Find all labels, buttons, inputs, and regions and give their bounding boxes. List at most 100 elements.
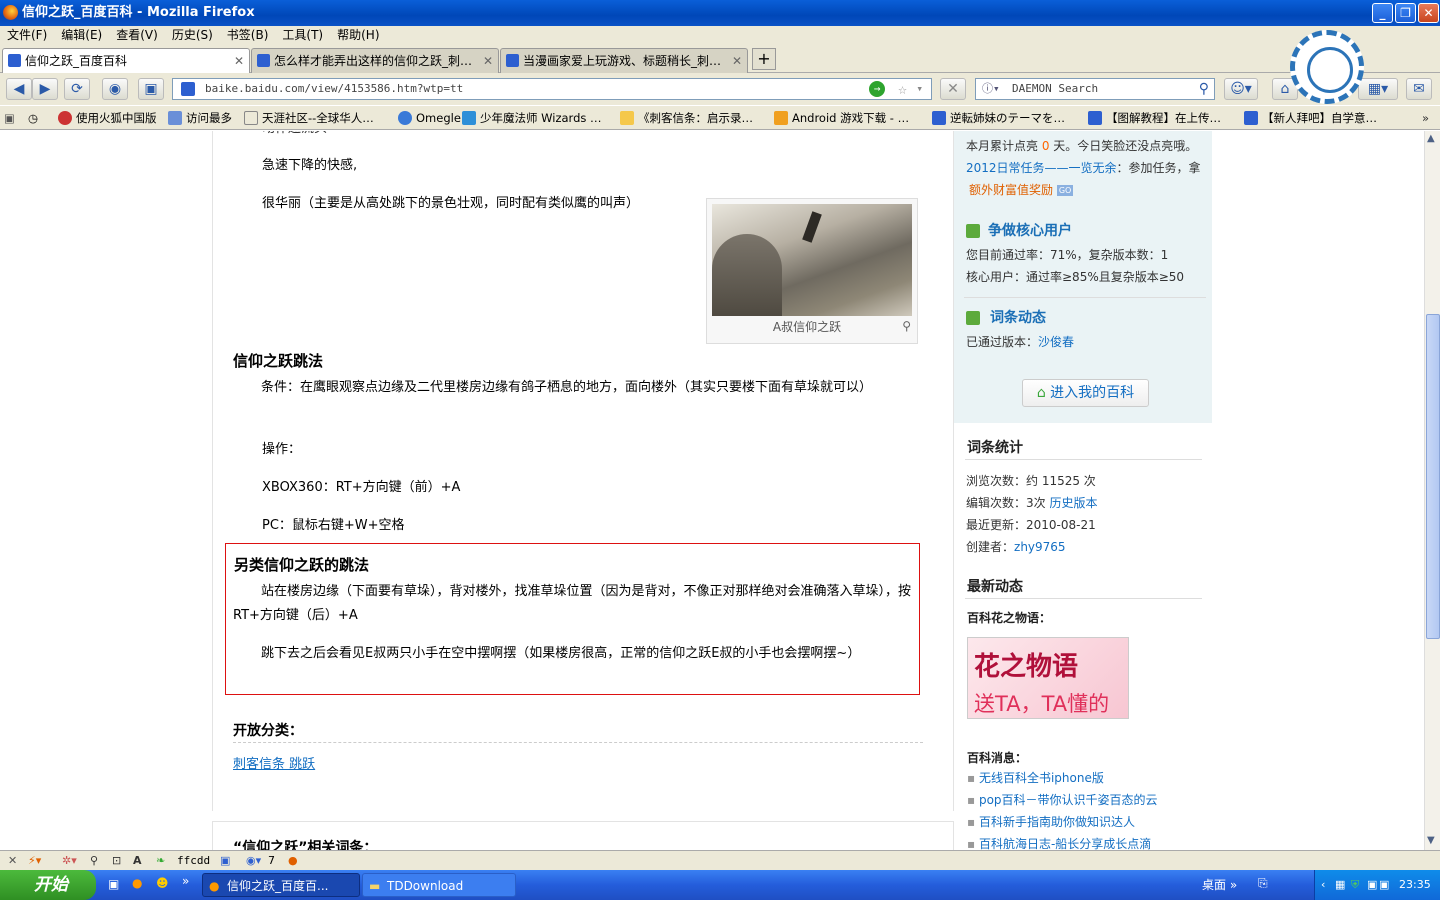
firefox-quicklaunch-icon[interactable]: ● — [132, 876, 142, 890]
bookmark-item[interactable]: 逆転姉妹のテーマを… — [932, 106, 1065, 129]
scroll-down-icon[interactable]: ▼ — [1427, 835, 1435, 846]
download-icon[interactable]: ◉▾ — [246, 851, 261, 871]
leaf-icon[interactable]: ❧ — [156, 851, 165, 871]
tray-expand-icon[interactable]: ‹ — [1321, 870, 1325, 900]
bookmark-item[interactable]: 【图解教程】在上传… — [1088, 106, 1221, 129]
go-badge[interactable]: GO — [1056, 185, 1074, 196]
bookmarks-overflow-icon[interactable]: » — [1422, 106, 1429, 129]
history-link[interactable]: 历史版本 — [1049, 496, 1097, 510]
menu-history[interactable]: 历史(S) — [165, 26, 220, 45]
zoom-icon[interactable]: ⚲ — [902, 319, 911, 333]
close-tab-icon[interactable]: ✕ — [234, 49, 244, 73]
history-clock-icon[interactable]: ◷ — [28, 106, 38, 129]
bonus-link[interactable]: 额外财富值奖励 GO — [969, 179, 1074, 201]
flower-story-banner[interactable]: 花之物语 送TA，TA懂的 — [967, 637, 1129, 719]
qq-icon[interactable]: ☻ — [156, 876, 169, 890]
firefox-icon[interactable]: ● — [288, 851, 298, 871]
minimize-button[interactable]: _ — [1372, 3, 1393, 23]
tray-app-icon[interactable]: ▣ — [1367, 870, 1377, 900]
bookmark-item[interactable]: Omegle — [398, 106, 461, 129]
menu-file[interactable]: 文件(F) — [0, 26, 54, 45]
firebug-icon[interactable]: ✲▾ — [62, 851, 77, 871]
menu-bookmarks[interactable]: 书签(B) — [220, 26, 276, 45]
menu-view[interactable]: 查看(V) — [109, 26, 165, 45]
section-heading: 另类信仰之跃的跳法 — [234, 556, 370, 574]
article-text-cut: 动作还流头 — [262, 131, 327, 141]
bookmark-menu-icon[interactable]: ▣ — [4, 106, 15, 129]
daily-task-link[interactable]: 2012日常任务——一览无余 — [966, 161, 1117, 175]
home-page-icon[interactable]: ◉ — [102, 78, 128, 100]
tab-baike[interactable]: 信仰之跃_百度百科 ✕ — [2, 48, 250, 74]
article-figure[interactable]: A叔信仰之跃 ⚲ — [706, 198, 918, 344]
clock[interactable]: 23:35 — [1399, 870, 1431, 900]
tray-app-icon[interactable]: ▣ — [1379, 870, 1389, 900]
message-item[interactable]: ▪ pop百科－带你认识千姿百态的云 — [967, 789, 1158, 811]
forward-icon[interactable]: ▶ — [32, 78, 58, 100]
addon-icon[interactable]: ☺▾ — [1224, 78, 1258, 100]
start-button[interactable]: 开始 — [0, 870, 96, 900]
tab-tieba-2[interactable]: 当漫画家爱上玩游戏、标题稍长_刺… ✕ — [500, 48, 748, 73]
menu-tools[interactable]: 工具(T) — [275, 26, 330, 45]
scroll-up-icon[interactable]: ▲ — [1427, 133, 1435, 144]
vertical-scrollbar[interactable]: ▲ ▼ — [1424, 131, 1440, 850]
taskbar-item-folder[interactable]: ▬ TDDownload — [362, 873, 516, 897]
bookmark-item[interactable]: 《刺客信条：启示录… — [620, 106, 753, 129]
bookmark-item[interactable]: Android 游戏下载 - … — [774, 106, 909, 129]
bookmark-item[interactable]: 少年魔法师 Wizards … — [462, 106, 602, 129]
show-desktop-icon[interactable]: ▣ — [108, 877, 119, 891]
message-item[interactable]: ▪ 无线百科全书iphone版 — [967, 767, 1104, 789]
menu-help[interactable]: 帮助(H) — [330, 26, 386, 45]
screenshot-icon[interactable]: ▣ — [220, 851, 230, 871]
creator-link[interactable]: zhy9765 — [1014, 540, 1066, 554]
search-input[interactable]: ⓘ▾ DAEMON Search ⚲ — [975, 78, 1215, 100]
menu-edit[interactable]: 编辑(E) — [54, 26, 109, 45]
close-window-button[interactable]: ✕ — [1418, 3, 1439, 23]
bookmark-star-icon[interactable]: ☆ — [898, 79, 907, 99]
resize-icon[interactable]: ⊡ — [112, 851, 121, 871]
section-heading: 信仰之跃跳法 — [233, 352, 324, 370]
close-addon-bar-icon[interactable]: ✕ — [8, 851, 17, 871]
bookmark-item[interactable]: 【新人拜吧】自学意… — [1244, 106, 1377, 129]
quicklaunch-overflow-icon[interactable]: » — [182, 874, 189, 888]
stop-icon[interactable]: ✕ — [940, 78, 966, 100]
taskbar-item-firefox[interactable]: ● 信仰之跃_百度百... — [202, 873, 360, 897]
stats-title: 词条统计 — [967, 440, 1023, 456]
bookmark-item[interactable]: 天涯社区--全球华人… — [244, 106, 374, 129]
desktop-toolbar-label[interactable]: 桌面 » — [1202, 876, 1237, 893]
close-tab-icon[interactable]: ✕ — [732, 49, 742, 73]
open-category-label: 开放分类： — [233, 723, 303, 739]
bookmark-item[interactable]: 访问最多 — [168, 106, 232, 129]
leap-of-faith-image[interactable] — [712, 204, 912, 316]
search-engine-icon[interactable]: ⓘ▾ — [982, 79, 1000, 99]
input-method-icon[interactable]: ⎘ — [1258, 876, 1268, 891]
message-item[interactable]: ▪ 百科新手指南助你做知识达人 — [967, 811, 1135, 833]
screenshot-icon[interactable]: ▣ — [138, 78, 164, 100]
inbox-icon[interactable]: ✉ — [1406, 78, 1432, 100]
back-icon[interactable]: ◀ — [6, 78, 32, 100]
apps-menu-icon[interactable]: ▦▾ — [1358, 78, 1398, 100]
core-user-title[interactable]: 争做核心用户 — [988, 220, 1072, 240]
new-tab-button[interactable]: + — [752, 48, 776, 70]
zoom-icon[interactable]: ⚲ — [90, 851, 98, 871]
tray-security-icon[interactable]: ⛨ — [1351, 870, 1359, 900]
go-arrow-icon[interactable]: → — [869, 81, 885, 97]
bookmark-item[interactable]: 使用火狐中国版 — [58, 106, 157, 129]
restore-button[interactable]: ❐ — [1395, 3, 1416, 23]
tab-label: 信仰之跃_百度百科 — [25, 54, 128, 68]
url-bar[interactable]: baike.baidu.com/view/4153586.htm?wtp=tt … — [172, 78, 932, 100]
url-dropdown-icon[interactable]: ▾ — [916, 79, 923, 99]
enter-my-baike-button[interactable]: ⌂ 进入我的百科 — [1022, 379, 1149, 407]
close-tab-icon[interactable]: ✕ — [483, 49, 493, 73]
tab-tieba-1[interactable]: 怎么样才能弄出这样的信仰之跃_刺… ✕ — [251, 48, 499, 73]
tray-network-icon[interactable]: ▦ — [1335, 870, 1345, 900]
passed-user-link[interactable]: 沙俊春 — [1038, 335, 1074, 349]
tab-label: 怎么样才能弄出这样的信仰之跃_刺… — [274, 54, 473, 68]
scroll-thumb[interactable] — [1426, 314, 1440, 639]
reload-icon[interactable]: ⟳ — [64, 78, 90, 100]
entry-dynamics-title[interactable]: 词条动态 — [990, 307, 1046, 327]
lightning-icon[interactable]: ⚡▾ — [28, 851, 41, 871]
font-icon[interactable]: A — [133, 851, 142, 871]
category-link[interactable]: 刺客信条 跳跃 — [233, 753, 315, 777]
message-item[interactable]: ▪ 百科航海日志-船长分享成长点滴 — [967, 833, 1151, 850]
search-icon[interactable]: ⚲ — [1199, 79, 1209, 99]
